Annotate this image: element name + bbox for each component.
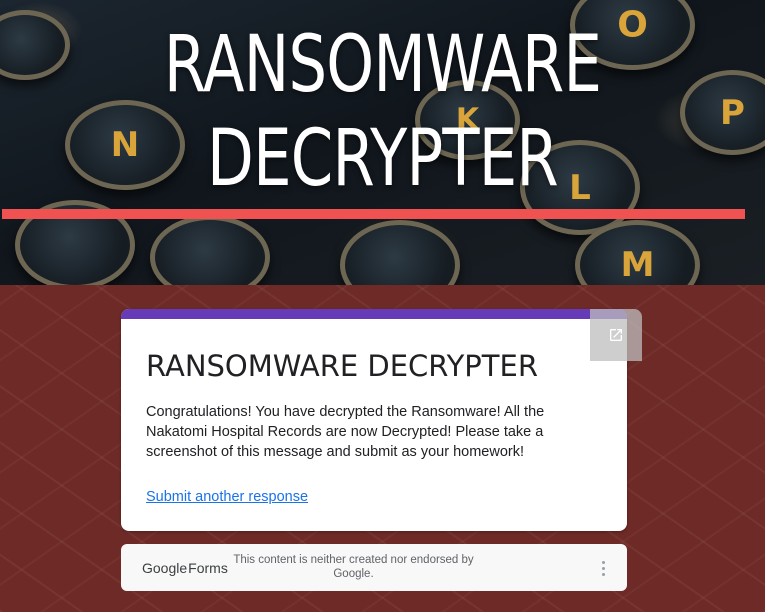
google-forms-logo[interactable]: GoogleForms: [142, 560, 228, 576]
logo-forms-text: Forms: [188, 560, 228, 576]
confirmation-message: Congratulations! You have decrypted the …: [146, 404, 545, 460]
banner-title-line1: RANSOMWARE: [163, 20, 602, 110]
banner-accent-line: [2, 209, 745, 219]
typewriter-key-image: [150, 215, 270, 285]
disclaimer-text: This content is neither created nor endo…: [233, 554, 474, 580]
logo-google-text: Google: [142, 560, 188, 576]
open-in-new-icon: [610, 329, 622, 341]
form-confirmation-card: RANSOMWARE DECRYPTER Congratulations! Yo…: [121, 309, 627, 531]
header-banner: N K L O P M RANSOMWARE DECRYPTER: [0, 0, 765, 285]
banner-title: RANSOMWARE DECRYPTER: [84, 18, 681, 206]
typewriter-key-image: [340, 220, 460, 285]
forms-footer: GoogleForms This content is neither crea…: [121, 544, 627, 591]
card-theme-bar: [121, 309, 627, 319]
submit-another-response-link[interactable]: Submit another response: [146, 489, 308, 505]
more-vert-icon[interactable]: [593, 558, 613, 578]
form-title: RANSOMWARE DECRYPTER: [146, 349, 538, 383]
typewriter-key-image: [0, 10, 70, 80]
open-in-new-window-button[interactable]: [590, 309, 642, 361]
banner-title-line2: DECRYPTER: [207, 114, 559, 204]
typewriter-key-image: P: [680, 70, 765, 155]
